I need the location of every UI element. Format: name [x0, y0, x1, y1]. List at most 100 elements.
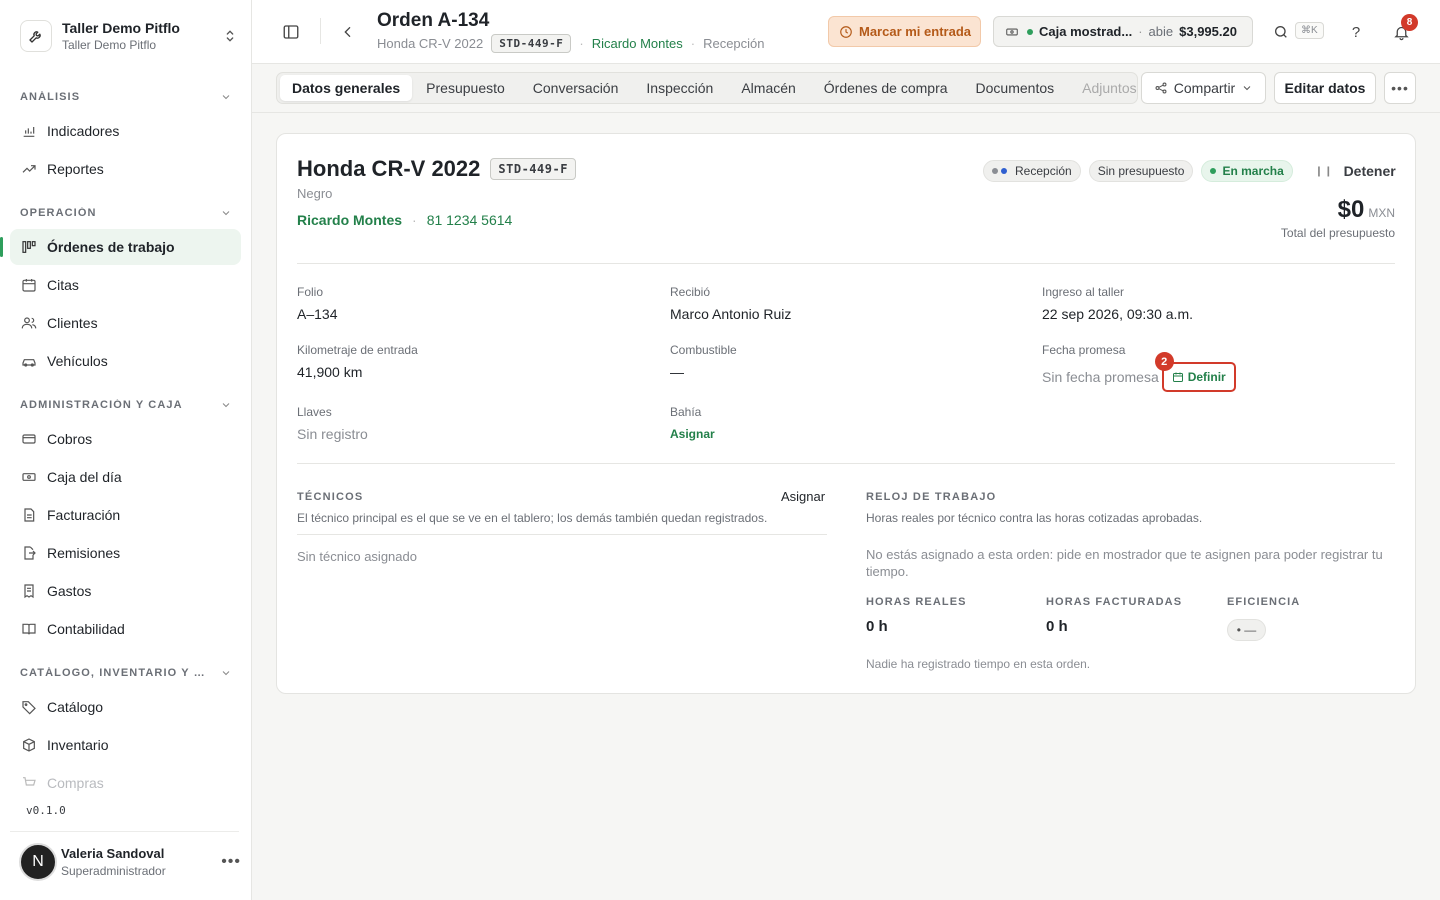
- box-icon: [20, 736, 38, 754]
- search-shortcut: ⌘K: [1295, 22, 1324, 39]
- header-stage: Recepción: [703, 36, 765, 51]
- sidebar-item-cobros[interactable]: Cobros: [10, 421, 241, 457]
- step-badge: 2: [1154, 352, 1174, 371]
- user-menu[interactable]: N Valeria Sandoval Superadministrador ••…: [19, 842, 241, 882]
- vehicle-title: Honda CR-V 2022: [297, 156, 481, 181]
- field-received-by: Recibió Marco Antonio Ruiz: [670, 285, 792, 322]
- sidebar-item-indicadores[interactable]: Indicadores: [10, 113, 241, 149]
- sidebar-item-inventario[interactable]: Inventario: [10, 727, 241, 763]
- tab-inspeccion[interactable]: Inspección: [632, 75, 727, 101]
- status-dot: [1027, 28, 1033, 35]
- clock-icon: [840, 25, 852, 38]
- more-horizontal-icon[interactable]: •••: [221, 853, 241, 871]
- real-hours-label: HORAS REALES: [866, 596, 967, 608]
- section-catalogo[interactable]: CATÁLOGO, INVENTARIO Y COMPRAS: [20, 667, 232, 679]
- phone-link[interactable]: 81 1234 5614: [427, 212, 513, 228]
- sidebar-item-clientes[interactable]: Clientes: [10, 305, 241, 341]
- clock-empty: Nadie ha registrado tiempo en esta orden…: [866, 657, 1091, 671]
- sidebar-item-citas[interactable]: Citas: [10, 267, 241, 303]
- wrench-icon: [20, 20, 52, 52]
- tab-almacen[interactable]: Almacén: [727, 75, 809, 101]
- app-root: Taller Demo Pitflo Taller Demo Pitflo AN…: [0, 0, 1440, 900]
- tag-icon: [20, 698, 38, 716]
- workspace-sub: Taller Demo Pitflo: [62, 38, 157, 52]
- tab-presupuesto[interactable]: Presupuesto: [412, 75, 519, 101]
- sidebar-item-vehiculos[interactable]: Vehículos: [10, 343, 241, 379]
- clock-notice: No estás asignado a esta orden: pide en …: [866, 547, 1383, 579]
- cash-register-selector[interactable]: Caja mostrad... · abie $3,995.20: [993, 16, 1253, 47]
- sidebar-item-compras[interactable]: Compras: [10, 765, 241, 801]
- trend-up-icon: [20, 160, 38, 178]
- cash-icon: [1006, 28, 1018, 35]
- topbar: Orden A-134 Honda CR-V 2022 STD-449-F · …: [252, 0, 1440, 64]
- register-amount: $3,995.20: [1179, 24, 1237, 39]
- sidebar-item-gastos[interactable]: Gastos: [10, 573, 241, 609]
- status-dot: [1001, 168, 1007, 174]
- stop-button[interactable]: ❙❙ Detener: [1315, 163, 1396, 179]
- sidebar-item-facturacion[interactable]: Facturación: [10, 497, 241, 533]
- owner-link[interactable]: Ricardo Montes: [297, 212, 402, 228]
- register-status: abie: [1148, 24, 1174, 39]
- workspace-switcher[interactable]: Taller Demo Pitflo Taller Demo Pitflo: [20, 16, 240, 56]
- section-divider: [297, 263, 1395, 264]
- stage-pill[interactable]: Recepción: [983, 160, 1081, 182]
- technicians-empty: Sin técnico asignado: [297, 549, 417, 564]
- car-icon: [20, 352, 38, 370]
- sidebar-item-reportes[interactable]: Reportes: [10, 151, 241, 187]
- chevron-down-icon: [1243, 86, 1251, 91]
- section-administracion[interactable]: ADMINISTRACIÓN Y CAJA: [20, 399, 232, 411]
- clock-title: RELOJ DE TRABAJO: [866, 491, 997, 503]
- back-chevron-icon[interactable]: [338, 22, 358, 42]
- share-button[interactable]: Compartir: [1141, 72, 1266, 104]
- help-icon[interactable]: ?: [1348, 22, 1364, 42]
- running-pill: En marcha: [1201, 160, 1293, 182]
- tab-conversacion[interactable]: Conversación: [519, 75, 633, 101]
- more-options-button[interactable]: •••: [1384, 72, 1416, 104]
- field-folio: Folio A–134: [297, 285, 338, 322]
- efficiency-pill: • —: [1227, 619, 1266, 641]
- field-mileage: Kilometraje de entrada 41,900 km: [297, 343, 418, 380]
- vehicle-color: Negro: [297, 186, 333, 201]
- users-icon: [20, 314, 38, 332]
- technicians-title: TÉCNICOS: [297, 491, 364, 503]
- mark-entry-button[interactable]: Marcar mi entrada: [828, 16, 981, 47]
- search-icon[interactable]: [1272, 23, 1290, 41]
- field-fuel: Combustible —: [670, 343, 737, 380]
- chevron-down-icon: [222, 671, 230, 676]
- separator-dot: ·: [690, 36, 696, 51]
- avatar: N: [19, 843, 57, 881]
- pause-icon: ❙❙: [1314, 165, 1334, 177]
- field-promise-date: Fecha promesa Sin fecha promesa 2 Defini…: [1042, 343, 1236, 392]
- sidebar-toggle-icon[interactable]: [281, 22, 301, 42]
- cart-icon: [20, 774, 38, 792]
- sidebar-item-catalogo[interactable]: Catálogo: [10, 689, 241, 725]
- sidebar-item-contabilidad[interactable]: Contabilidad: [10, 611, 241, 647]
- section-divider: [297, 463, 1395, 464]
- chevron-updown-icon: [222, 28, 238, 44]
- sidebar-item-remisiones[interactable]: Remisiones: [10, 535, 241, 571]
- header-customer-link[interactable]: Ricardo Montes: [592, 36, 683, 51]
- budget-total: $0 MXN Total del presupuesto: [1281, 196, 1395, 240]
- section-operacion[interactable]: OPERACIÓN: [20, 207, 232, 219]
- total-amount: $0: [1337, 196, 1365, 223]
- tabs: Datos generales Presupuesto Conversación…: [276, 72, 1138, 104]
- chevron-down-icon: [222, 211, 230, 216]
- tab-documentos[interactable]: Documentos: [962, 75, 1069, 101]
- tab-adjuntos[interactable]: Adjuntos: [1068, 75, 1137, 101]
- vehicle-owner-row: Ricardo Montes · 81 1234 5614: [297, 212, 512, 228]
- sidebar-item-ordenes[interactable]: Órdenes de trabajo: [0, 229, 241, 265]
- bar-chart-icon: [20, 122, 38, 140]
- section-analisis[interactable]: ANÁLISIS: [20, 91, 232, 103]
- separator-dot: ·: [412, 212, 417, 228]
- edit-data-button[interactable]: Editar datos: [1274, 72, 1376, 104]
- assign-bay-link[interactable]: Asignar: [670, 427, 715, 441]
- assign-technician-button[interactable]: Asignar: [781, 489, 825, 504]
- calendar-icon: [20, 276, 38, 294]
- efficiency-label: EFICIENCIA: [1227, 596, 1301, 608]
- define-promise-button[interactable]: 2 Definir: [1154, 352, 1236, 392]
- tab-ordenes-compra[interactable]: Órdenes de compra: [810, 75, 962, 101]
- sidebar-item-caja[interactable]: Caja del día: [10, 459, 241, 495]
- tab-datos-generales[interactable]: Datos generales: [280, 75, 413, 101]
- status-dot: [992, 168, 998, 174]
- file-export-icon: [20, 544, 38, 562]
